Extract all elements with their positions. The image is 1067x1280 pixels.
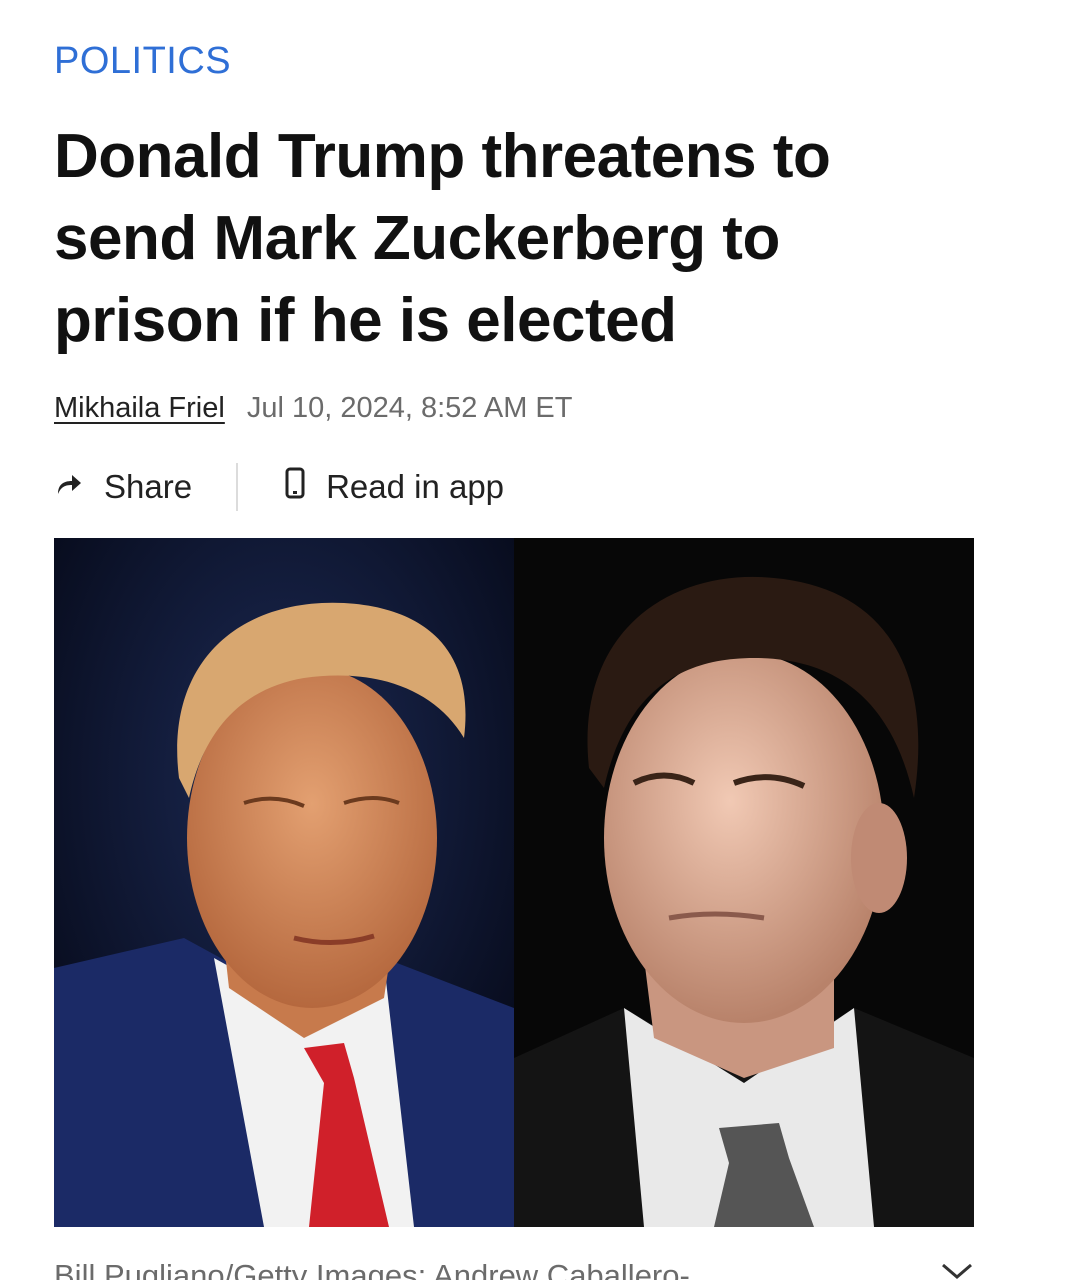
share-arrow-icon: [54, 468, 84, 506]
headline: Donald Trump threatens to send Mark Zuck…: [54, 122, 831, 355]
read-in-app-button[interactable]: Read in app: [284, 467, 504, 507]
photo-right-portrait: [514, 538, 974, 1227]
photo-left-portrait: [54, 538, 514, 1227]
article-actions: Share Read in app: [54, 462, 504, 512]
publish-timestamp: Jul 10, 2024, 8:52 AM ET: [246, 392, 573, 424]
byline: Mikhaila Friel Jul 10, 2024, 8:52 AM ET: [54, 392, 572, 425]
category-label[interactable]: POLITICS: [54, 40, 231, 83]
photo-caption: Bill Pugliano/Getty Images; Andrew Cabal…: [54, 1258, 690, 1280]
actions-divider: [236, 463, 239, 511]
author-link[interactable]: Mikhaila Friel: [54, 392, 225, 425]
share-label: Share: [104, 468, 193, 505]
article-page: POLITICS Donald Trump threatens to send …: [0, 0, 1067, 1280]
share-button[interactable]: Share: [54, 468, 192, 506]
chevron-down-icon[interactable]: [940, 1262, 974, 1280]
lead-photo[interactable]: [54, 538, 974, 1227]
read-in-app-label: Read in app: [326, 468, 505, 505]
phone-icon: [284, 467, 306, 507]
